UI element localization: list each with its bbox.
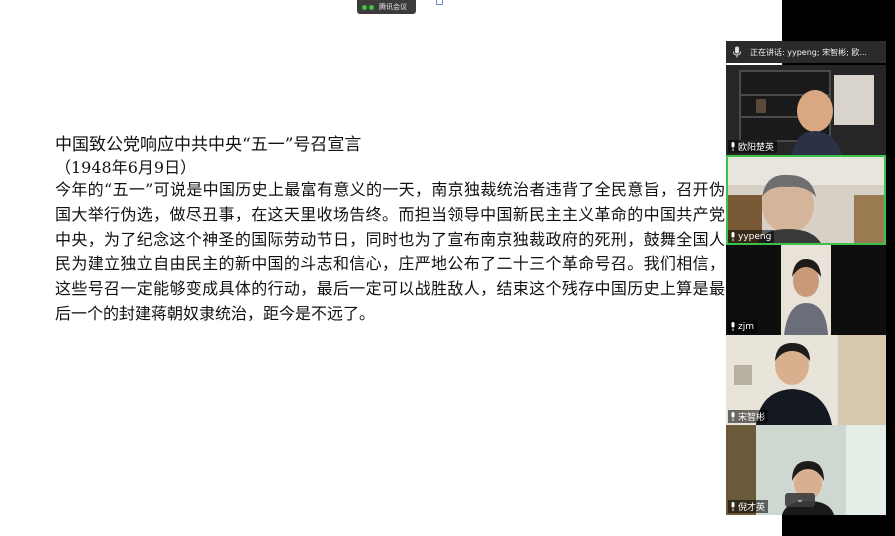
participant-name: yypeng	[738, 231, 772, 242]
speaking-names-text: 正在讲话: yypeng; 宋智彬; 欧...	[750, 47, 867, 57]
participant-name: 宋智彬	[738, 413, 766, 423]
microphone-icon	[733, 46, 741, 58]
speaking-indicator-bar: 正在讲话: yypeng; 宋智彬; 欧...	[726, 41, 886, 63]
microphone-icon	[731, 412, 735, 421]
shared-slide: 中国致公党响应中共中央“五一”号召宣言 （1948年6月9日） 今年的“五一”可…	[0, 0, 782, 536]
participant-video-tile[interactable]: zjm	[726, 245, 886, 335]
slide-body-text: 今年的“五一”可说是中国历史上最富有意义的一天，南京独裁统治者违背了全民意旨，召…	[55, 180, 725, 323]
meeting-status-badge[interactable]: 腾讯会议	[357, 0, 416, 14]
participant-name-tag: zjm	[728, 320, 757, 333]
slide-date: （1948年6月9日）	[55, 158, 197, 177]
participant-name: 欧阳楚英	[738, 143, 775, 153]
toolbar-handle[interactable]	[436, 0, 443, 5]
participant-name-tag: 宋智彬	[728, 410, 769, 423]
status-dot-icon	[362, 4, 367, 10]
microphone-icon	[731, 142, 735, 151]
participant-name: 倪才英	[738, 503, 766, 513]
meeting-app-label: 腾讯会议	[379, 3, 407, 11]
slide-title: 中国致公党响应中共中央“五一”号召宣言	[55, 135, 362, 155]
microphone-icon	[731, 232, 735, 241]
participant-video-tile[interactable]: 宋智彬	[726, 335, 886, 425]
participant-name: zjm	[738, 321, 754, 332]
signal-dot-icon	[369, 4, 374, 10]
microphone-icon	[731, 502, 735, 511]
participant-video-tile[interactable]: 欧阳楚英	[726, 65, 886, 155]
participant-name-tag: 倪才英	[728, 500, 769, 513]
participant-video-tile[interactable]: 倪才英 ⌄	[726, 425, 886, 515]
participant-video-tile[interactable]: yypeng	[726, 155, 886, 245]
chevron-down-icon[interactable]: ⌄	[785, 493, 815, 507]
microphone-icon	[731, 322, 735, 331]
participant-name-tag: yypeng	[728, 230, 775, 243]
participant-name-tag: 欧阳楚英	[728, 140, 778, 153]
